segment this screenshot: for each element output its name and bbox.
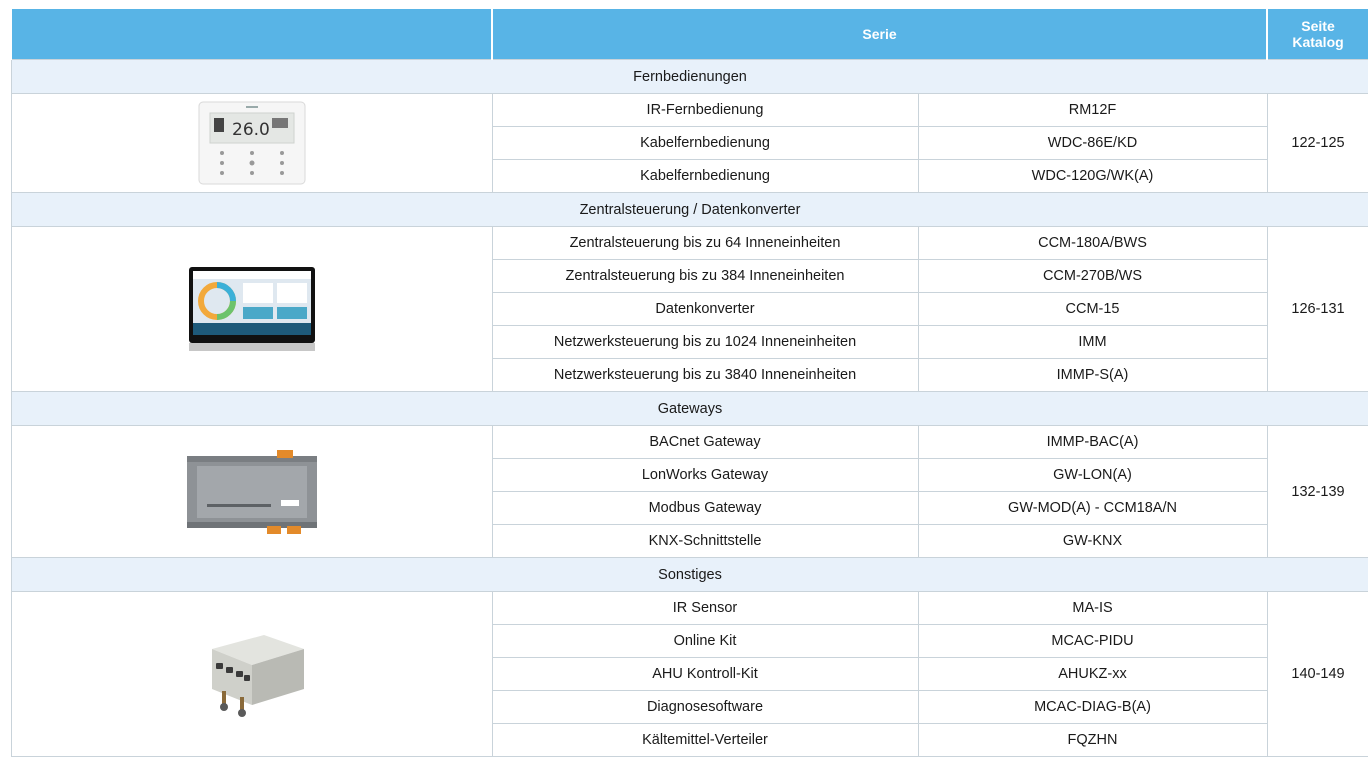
item-name: KNX-Schnittstelle <box>491 524 919 558</box>
product-series-table: Serie Seite Katalog Fernbedienungen 26.0 <box>10 9 1368 757</box>
image-cell <box>10 591 493 757</box>
item-model: FQZHN <box>917 723 1268 757</box>
item-name: Zentralsteuerung bis zu 64 Inneneinheite… <box>491 226 919 260</box>
item-model: WDC-120G/WK(A) <box>917 159 1268 193</box>
touchscreen-central-controller-image <box>188 267 315 351</box>
section-header-row: Sonstiges <box>10 557 1368 592</box>
item-model: RM12F <box>917 93 1268 127</box>
section-header-row: Fernbedienungen <box>10 59 1368 94</box>
header-series: Serie <box>491 9 1268 60</box>
item-model: IMM <box>917 325 1268 359</box>
item-model: MA-IS <box>917 591 1268 625</box>
remote-display-text: 26.0 <box>232 120 270 140</box>
item-name: Modbus Gateway <box>491 491 919 525</box>
item-name: Diagnosesoftware <box>491 690 919 724</box>
catalog-pages: 126-131 <box>1266 226 1368 392</box>
catalog-pages: 122-125 <box>1266 93 1368 193</box>
section-title: Sonstiges <box>10 557 1368 592</box>
item-model: GW-KNX <box>917 524 1268 558</box>
item-name: Zentralsteuerung bis zu 384 Inneneinheit… <box>491 259 919 293</box>
item-name: Kabelfernbedienung <box>491 126 919 160</box>
item-model: WDC-86E/KD <box>917 126 1268 160</box>
item-model: CCM-15 <box>917 292 1268 326</box>
section-title: Gateways <box>10 391 1368 426</box>
item-model: IMMP-S(A) <box>917 358 1268 392</box>
wall-remote-controller-image: 26.0 <box>198 101 305 185</box>
item-name: Datenkonverter <box>491 292 919 326</box>
section-header-row: Gateways <box>10 391 1368 426</box>
item-model: CCM-180A/BWS <box>917 226 1268 260</box>
image-cell <box>10 425 493 558</box>
item-name: Kabelfernbedienung <box>491 159 919 193</box>
header-catalog-page: Seite Katalog <box>1266 9 1368 60</box>
table-row: Zentralsteuerung bis zu 64 Inneneinheite… <box>10 226 1368 392</box>
table-header-row: Serie Seite Katalog <box>10 9 1368 60</box>
item-name: AHU Kontroll-Kit <box>491 657 919 691</box>
table-row: IR Sensor MA-IS 140-149 <box>10 591 1368 757</box>
item-model: GW-LON(A) <box>917 458 1268 492</box>
image-cell: 26.0 <box>10 93 493 193</box>
table-row: 26.0 IR-Fernbedienung RM12F 122-125 <box>10 93 1368 193</box>
header-catalog-line1: Seite <box>1301 18 1335 34</box>
din-rail-gateway-image <box>186 449 317 534</box>
item-name: IR-Fernbedienung <box>491 93 919 127</box>
item-name: Netzwerksteuerung bis zu 3840 Inneneinhe… <box>491 358 919 392</box>
table-row: BACnet Gateway IMMP-BAC(A) 132-139 <box>10 425 1368 558</box>
item-model: IMMP-BAC(A) <box>917 425 1268 459</box>
item-name: IR Sensor <box>491 591 919 625</box>
item-name: Online Kit <box>491 624 919 658</box>
catalog-pages: 132-139 <box>1266 425 1368 558</box>
item-name: LonWorks Gateway <box>491 458 919 492</box>
section-header-row: Zentralsteuerung / Datenkonverter <box>10 192 1368 227</box>
item-name: BACnet Gateway <box>491 425 919 459</box>
item-name: Kältemittel-Verteiler <box>491 723 919 757</box>
header-image-column <box>10 9 493 60</box>
item-model: MCAC-PIDU <box>917 624 1268 658</box>
item-name: Netzwerksteuerung bis zu 1024 Inneneinhe… <box>491 325 919 359</box>
item-model: MCAC-DIAG-B(A) <box>917 690 1268 724</box>
section-title: Fernbedienungen <box>10 59 1368 94</box>
item-model: CCM-270B/WS <box>917 259 1268 293</box>
catalog-pages: 140-149 <box>1266 591 1368 757</box>
image-cell <box>10 226 493 392</box>
header-catalog-line2: Katalog <box>1292 34 1344 50</box>
item-model: GW-MOD(A) - CCM18A/N <box>917 491 1268 525</box>
junction-box-image <box>211 635 304 717</box>
item-model: AHUKZ-xx <box>917 657 1268 691</box>
section-title: Zentralsteuerung / Datenkonverter <box>10 192 1368 227</box>
